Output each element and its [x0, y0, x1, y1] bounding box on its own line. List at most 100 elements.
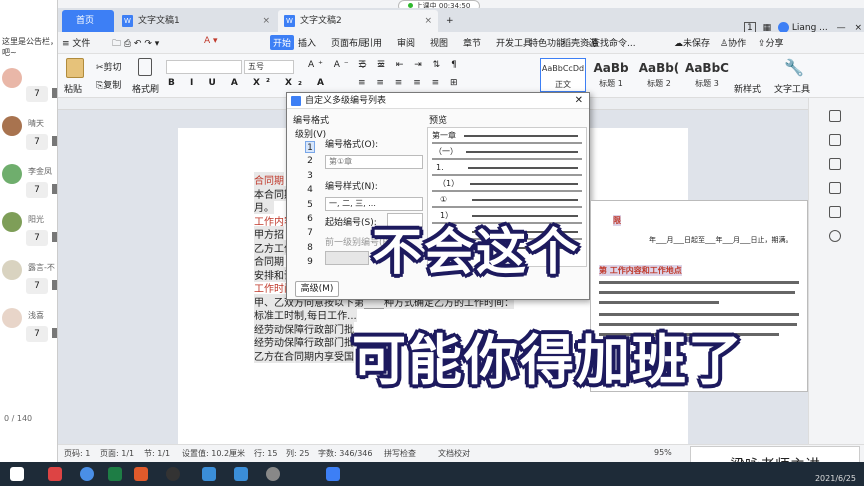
windows-start-icon[interactable] — [10, 467, 24, 481]
grid-icon[interactable] — [829, 206, 841, 218]
zoom-level[interactable]: 95% — [654, 448, 672, 457]
status-words: 字数: 346/346 — [318, 449, 373, 458]
spell-check-button[interactable]: 拼写检查 — [384, 448, 416, 459]
app-icon[interactable] — [234, 467, 248, 481]
doc-icon: W — [284, 15, 295, 27]
level-item[interactable]: 5 — [305, 199, 315, 211]
style-label: 标题 1 — [599, 79, 623, 88]
font-size-select[interactable]: 五号 — [244, 60, 294, 74]
level-item[interactable]: 7 — [305, 227, 315, 239]
dialog-close-button[interactable]: ✕ — [575, 93, 583, 109]
style-0[interactable]: AaBbCcDd 正文 — [540, 58, 586, 92]
level-item[interactable]: 6 — [305, 213, 315, 225]
paste-button[interactable]: 粘贴 — [64, 82, 82, 95]
cut-button[interactable]: ✂剪切 — [96, 60, 122, 73]
number-format-input[interactable]: 第①章 — [325, 155, 423, 169]
close-icon[interactable]: × — [262, 10, 270, 32]
style-label: 标题 2 — [647, 79, 671, 88]
unsaved-status[interactable]: ☁未保存 — [674, 36, 710, 49]
align-icons[interactable]: ≡ ≡ ≡ ≡ ≡ ⊞ — [358, 78, 462, 88]
browser-icon[interactable] — [80, 467, 94, 481]
font-family-select[interactable] — [166, 60, 242, 74]
new-style-button[interactable]: 新样式 — [734, 82, 761, 95]
help-icon[interactable] — [829, 230, 841, 242]
status-setting: 设置值: 10.2厘米 — [182, 449, 246, 458]
menu-item[interactable]: 引用 — [364, 36, 382, 49]
collab-button[interactable]: ♙协作 — [720, 36, 746, 49]
style-3[interactable]: AaBbC 标题 3 — [684, 58, 730, 92]
new-tab-button[interactable]: + — [442, 10, 454, 32]
prev-level-select[interactable] — [325, 251, 369, 265]
advanced-button[interactable]: 高级(M) — [295, 281, 339, 297]
menu-start[interactable]: 开始 — [270, 35, 295, 50]
menu-item[interactable]: 插入 — [298, 36, 316, 49]
chat-name: 李金凤 — [28, 167, 52, 176]
menu-file[interactable]: ≡ 文件 — [62, 36, 90, 49]
chat-pager: 0 / 140 — [4, 414, 33, 423]
list-icons[interactable]: ☰ ☰ ⇤ ⇥ ⇅ ¶ — [358, 60, 461, 70]
chat-count: 7 — [26, 134, 48, 150]
level-item[interactable]: 9 — [305, 256, 315, 268]
text-tools-button[interactable]: 文字工具 — [774, 82, 810, 95]
pen-icon[interactable] — [829, 110, 841, 122]
search-command[interactable]: ⌕查找命令... — [586, 36, 636, 49]
chat-item[interactable]: 李金凤 7 — [0, 162, 57, 208]
style-2[interactable]: AaBb(标题 2 — [636, 58, 682, 92]
tab-doc1[interactable]: W 文字文稿1 × — [116, 10, 276, 32]
settings-icon[interactable] — [266, 467, 280, 481]
wps-icon[interactable] — [134, 467, 148, 481]
level-item[interactable]: 4 — [305, 184, 315, 196]
doc-proof-button[interactable]: 文档校对 — [438, 448, 470, 459]
number-style-select[interactable]: 一, 二, 三, ... — [325, 197, 423, 211]
start-number-label: 起始编号(S): — [325, 218, 377, 228]
level-item[interactable]: 8 — [305, 242, 315, 254]
preview-row-label: ① — [440, 195, 448, 204]
excel-icon[interactable] — [108, 467, 122, 481]
chat-name: 晴天 — [28, 119, 44, 128]
lock-icon[interactable] — [829, 182, 841, 194]
format-painter-icon[interactable] — [138, 58, 152, 76]
preview-row-label: （1） — [438, 179, 460, 188]
chat-item[interactable]: 浅喜 7 — [0, 306, 57, 352]
level-item[interactable]: 3 — [305, 170, 315, 182]
app-icon[interactable] — [202, 467, 216, 481]
font-color-icon[interactable]: A ▾ — [204, 36, 218, 46]
menu-icons[interactable]: 🗀 ⎙ ↶ ↷ ▾ — [112, 36, 159, 52]
settings-icon[interactable] — [829, 158, 841, 170]
preview-row-label: 1. — [436, 163, 444, 172]
font-format-icons[interactable]: B I U A X² X₂ A — [168, 78, 330, 88]
text-tools-icon[interactable]: 🔧 — [784, 58, 804, 77]
menu-item[interactable]: 章节 — [463, 36, 481, 49]
copy-button[interactable]: ⎘复制 — [96, 78, 121, 91]
tab-home[interactable]: 首页 — [62, 10, 114, 32]
preview-row-line — [432, 206, 582, 208]
cursor-icon[interactable] — [829, 134, 841, 146]
tab-doc2[interactable]: W 文字文稿2 × — [278, 10, 438, 32]
menu-item[interactable]: 特色功能 — [529, 36, 565, 49]
menu-item[interactable]: 视图 — [430, 36, 448, 49]
status-page-num: 页码: 1 — [64, 449, 91, 458]
caption-line2: 可能你得加班了 — [352, 329, 744, 392]
style-1[interactable]: AaBb 标题 1 — [588, 58, 634, 92]
chat-item[interactable]: 露言-不 7 — [0, 258, 57, 304]
menu-item[interactable]: 页面布局 — [331, 36, 367, 49]
share-button[interactable]: ⇪分享 — [758, 36, 784, 49]
menu-item[interactable]: 开发工具 — [496, 36, 532, 49]
level-item[interactable]: 1 — [305, 141, 315, 153]
wps-writer-icon[interactable] — [326, 467, 340, 481]
paste-icon[interactable] — [66, 58, 84, 78]
app-icon[interactable] — [48, 467, 62, 481]
collab-icon: ♙ — [720, 39, 729, 49]
chat-item[interactable]: 7 — [0, 66, 57, 112]
doc-line: 乙方在合同期内享受国 — [254, 347, 354, 363]
chat-count: 7 — [26, 278, 48, 294]
format-painter-button[interactable]: 格式刷 — [132, 82, 159, 95]
chat-item[interactable]: 晴天 7 — [0, 114, 57, 160]
chat-item[interactable]: 阳光 7 — [0, 210, 57, 256]
close-icon[interactable]: × — [424, 10, 432, 32]
preview-row-line — [466, 151, 578, 153]
level-label: 级别(V) — [295, 130, 327, 140]
level-item[interactable]: 2 — [305, 155, 315, 167]
obs-icon[interactable] — [166, 467, 180, 481]
menu-item[interactable]: 审阅 — [397, 36, 415, 49]
